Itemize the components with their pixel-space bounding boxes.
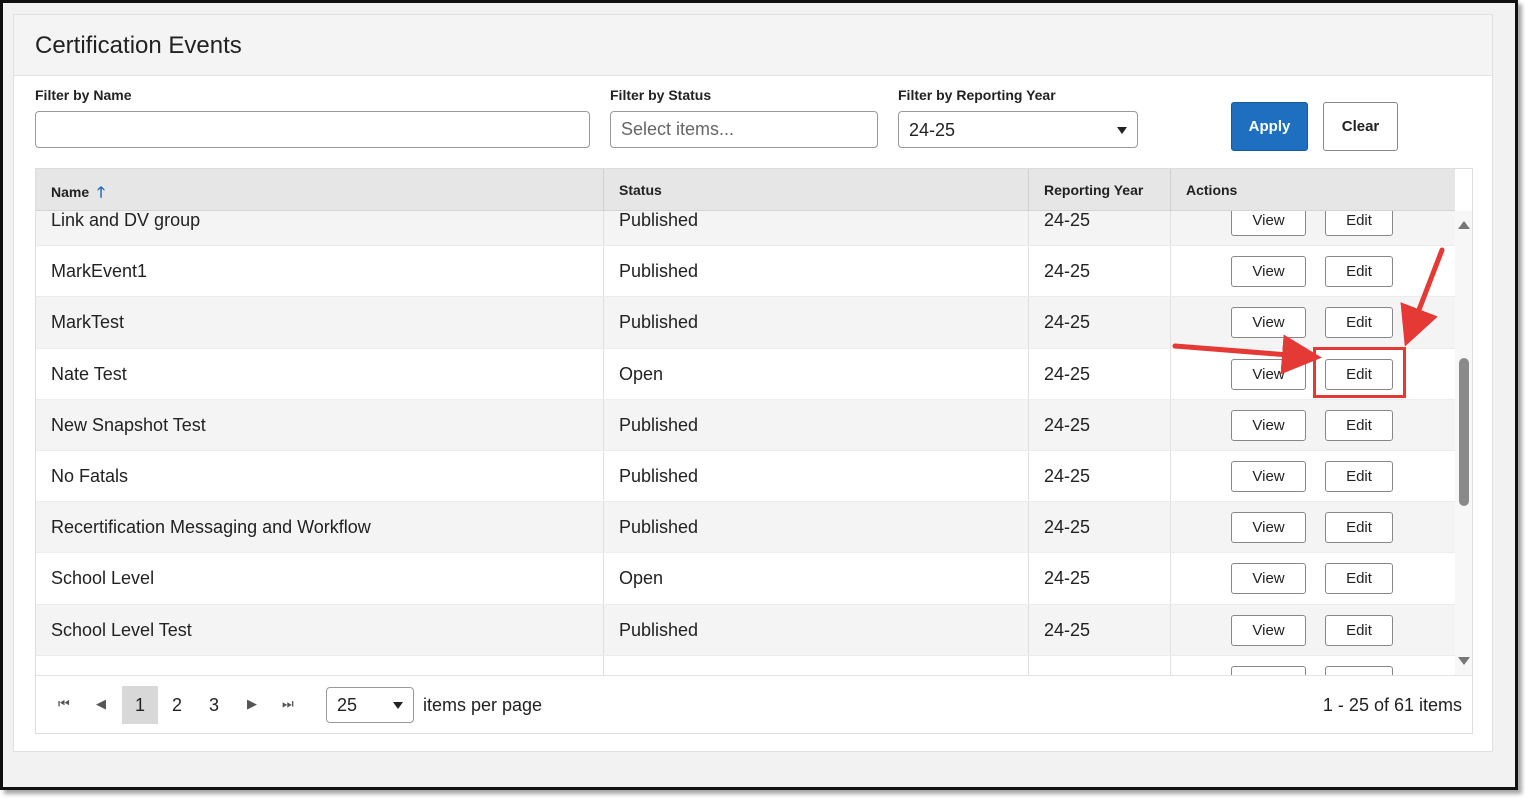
annotation-arrow-horizontal [1172,334,1322,375]
annotation-arrows [1172,247,1445,375]
annotation-arrow-vertical [1400,247,1445,347]
